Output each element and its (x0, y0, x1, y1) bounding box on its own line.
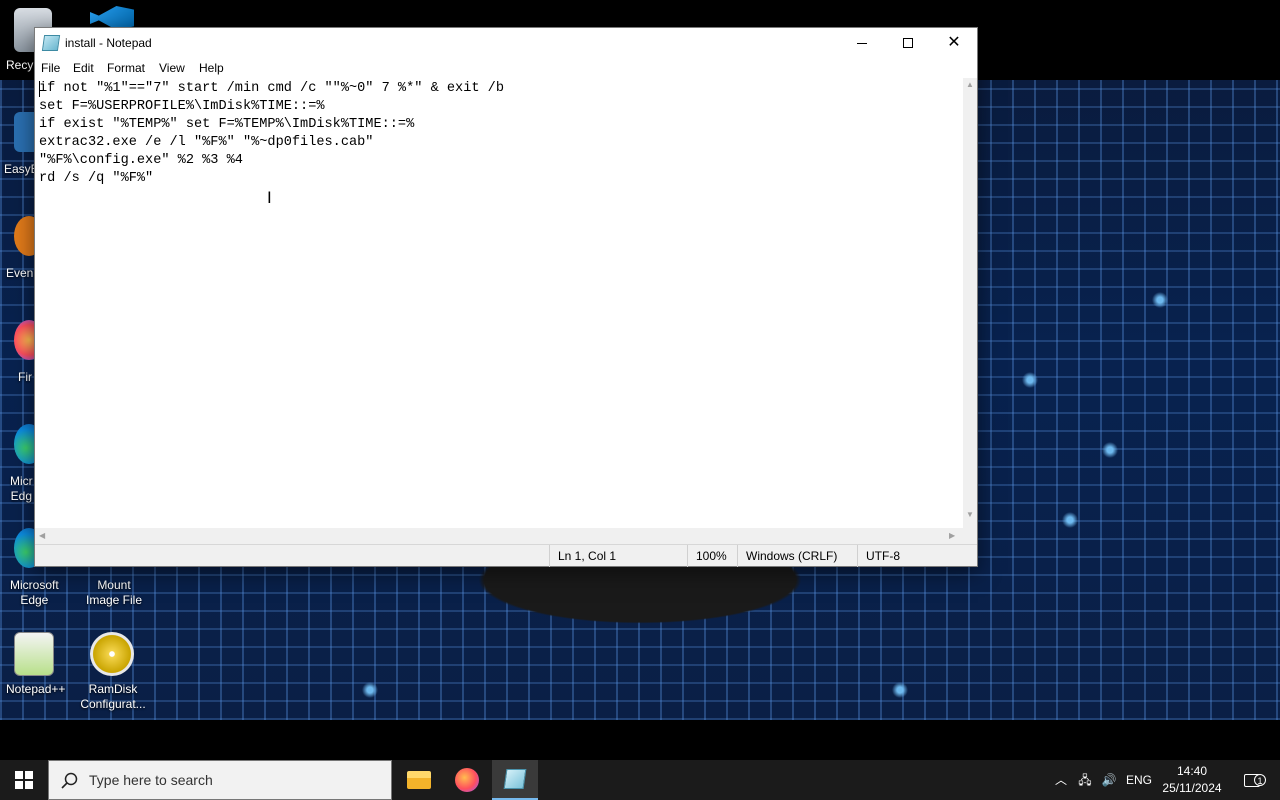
text-editor[interactable]: if not "%1"=="7" start /min cmd /c ""%~0… (35, 78, 963, 534)
notepad-app-icon[interactable] (41, 35, 61, 51)
menu-help[interactable]: Help (199, 61, 224, 75)
scroll-corner (963, 528, 977, 544)
desktop-icon-ramdisk[interactable]: RamDisk Configurat... (74, 632, 150, 711)
maximize-button[interactable] (885, 28, 931, 58)
notepad-icon (503, 769, 527, 789)
search-placeholder: Type here to search (89, 772, 213, 788)
menu-format[interactable]: Format (107, 61, 145, 75)
show-hidden-icons-chevron-icon[interactable]: ︿ (1052, 760, 1070, 800)
vertical-scrollbar[interactable]: ▲ ▼ (963, 78, 977, 534)
clock-time: 14:40 (1176, 764, 1208, 778)
desktop-icon-label: Mount Image File (85, 578, 143, 607)
scroll-down-icon[interactable]: ▼ (966, 510, 974, 519)
desktop-icon-label: RamDisk Configurat... (80, 682, 146, 711)
title-bar[interactable]: install - Notepad ✕ (35, 28, 977, 58)
menu-view[interactable]: View (159, 61, 185, 75)
editor-content[interactable]: if not "%1"=="7" start /min cmd /c ""%~0… (39, 80, 504, 188)
notepad-window: install - Notepad ✕ File Edit Format Vie… (34, 27, 978, 567)
close-icon: ✕ (947, 34, 961, 51)
horizontal-scrollbar[interactable]: ◀ ▶ (35, 528, 963, 544)
status-bar: Ln 1, Col 1 100% Windows (CRLF) UTF-8 (35, 544, 977, 567)
scroll-left-icon[interactable]: ◀ (39, 531, 45, 540)
scroll-up-icon[interactable]: ▲ (966, 80, 974, 89)
action-center-button[interactable]: 1 (1232, 760, 1272, 800)
status-position: Ln 1, Col 1 (549, 545, 687, 567)
desktop-icon-label: Even (6, 266, 34, 280)
menu-bar: File Edit Format View Help (35, 58, 977, 78)
desktop-icon-label: Microsoft Edge (10, 578, 59, 607)
taskbar-clock[interactable]: 14:40 25/11/2024 (1158, 763, 1226, 797)
clock-date: 25/11/2024 (1162, 781, 1222, 795)
file-explorer-icon (407, 771, 431, 789)
start-button[interactable] (0, 760, 48, 800)
status-encoding: UTF-8 (857, 545, 977, 567)
menu-edit[interactable]: Edit (73, 61, 94, 75)
desktop-icon-label: Fir (18, 370, 32, 384)
taskbar: Type here to search ︿ 🖧 🔊 ENG 14:40 25/1… (0, 760, 1280, 800)
ramdisk-icon (90, 632, 134, 676)
minimize-button[interactable] (839, 28, 885, 58)
status-line-ending: Windows (CRLF) (737, 545, 857, 567)
maximize-icon (903, 38, 913, 48)
notepad-plus-plus-icon (14, 632, 54, 676)
minimize-icon (857, 42, 867, 44)
taskbar-firefox[interactable] (444, 760, 490, 800)
desktop-icon-notepad-plus-plus[interactable]: Notepad++ (0, 632, 76, 696)
menu-file[interactable]: File (41, 61, 60, 75)
desktop-icon-label: Notepad++ (6, 682, 66, 696)
firefox-icon (455, 768, 479, 792)
desktop-icon-label: Recy (6, 58, 34, 72)
taskbar-notepad[interactable] (492, 760, 538, 800)
desktop-icon-label: Micr Edg (10, 474, 33, 503)
volume-icon[interactable]: 🔊 (1098, 760, 1120, 800)
i-beam-cursor: I (267, 188, 272, 207)
search-icon (61, 772, 78, 789)
language-indicator[interactable]: ENG (1124, 760, 1154, 800)
scroll-right-icon[interactable]: ▶ (949, 531, 955, 540)
close-button[interactable]: ✕ (931, 28, 977, 58)
network-icon[interactable]: 🖧 (1074, 760, 1096, 800)
taskbar-search-box[interactable]: Type here to search (48, 760, 392, 800)
taskbar-file-explorer[interactable] (396, 760, 442, 800)
status-zoom: 100% (687, 545, 737, 567)
window-title: install - Notepad (65, 36, 152, 50)
windows-logo-icon (15, 771, 33, 789)
notification-count-badge: 1 (1254, 774, 1266, 786)
